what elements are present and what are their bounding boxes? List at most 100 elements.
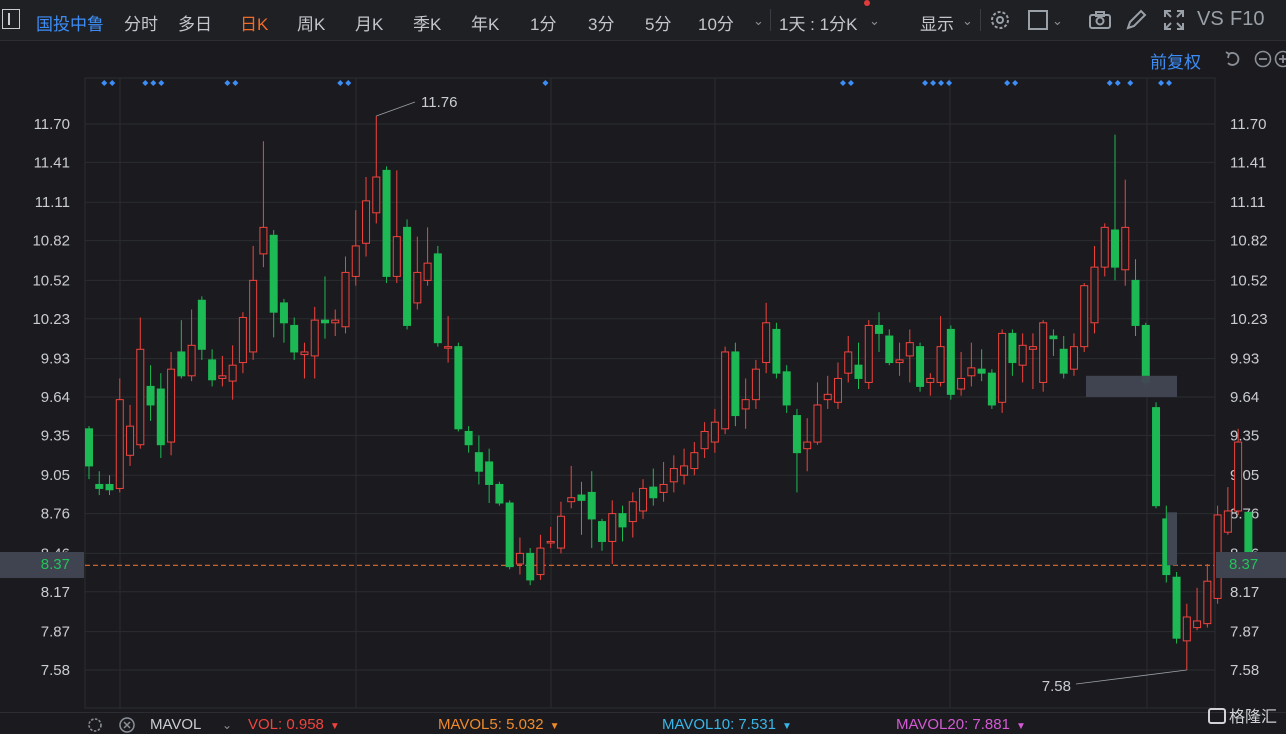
candle-body[interactable] xyxy=(455,347,462,429)
candle-body[interactable] xyxy=(537,548,544,575)
event-marker-diamond[interactable] xyxy=(930,80,936,86)
candle-body[interactable] xyxy=(137,349,144,444)
candle-body[interactable] xyxy=(804,442,811,449)
candle-body[interactable] xyxy=(496,484,503,503)
event-marker-diamond[interactable] xyxy=(840,80,846,86)
event-marker-diamond[interactable] xyxy=(337,80,343,86)
candle-body[interactable] xyxy=(917,347,924,387)
candle-body[interactable] xyxy=(116,400,123,489)
candle-body[interactable] xyxy=(280,303,287,323)
candle-body[interactable] xyxy=(568,498,575,502)
candle-body[interactable] xyxy=(260,227,267,254)
candle-body[interactable] xyxy=(342,272,349,326)
candle-body[interactable] xyxy=(1132,280,1139,325)
event-marker-diamond[interactable] xyxy=(1107,80,1113,86)
candle-body[interactable] xyxy=(1060,349,1067,373)
candle-body[interactable] xyxy=(363,201,370,243)
candle-body[interactable] xyxy=(599,522,606,542)
candle-body[interactable] xyxy=(291,325,298,352)
candle-body[interactable] xyxy=(198,300,205,349)
candle-body[interactable] xyxy=(127,426,134,455)
candle-body[interactable] xyxy=(1040,323,1047,383)
candle-body[interactable] xyxy=(1070,347,1077,370)
candle-body[interactable] xyxy=(209,360,216,380)
candle-body[interactable] xyxy=(865,325,872,382)
event-marker-diamond[interactable] xyxy=(109,80,115,86)
candle-body[interactable] xyxy=(1019,345,1026,365)
candle-body[interactable] xyxy=(947,329,954,394)
candle-body[interactable] xyxy=(1101,227,1108,267)
event-marker-diamond[interactable] xyxy=(946,80,952,86)
candle-body[interactable] xyxy=(516,553,523,564)
candle-body[interactable] xyxy=(578,495,585,500)
candle-body[interactable] xyxy=(896,360,903,363)
indicator-selector[interactable]: MAVOL xyxy=(150,716,201,733)
candle-body[interactable] xyxy=(752,369,759,399)
candle-body[interactable] xyxy=(383,170,390,276)
candle-body[interactable] xyxy=(711,422,718,442)
candle-body[interactable] xyxy=(465,431,472,444)
candle-body[interactable] xyxy=(168,369,175,442)
candle-body[interactable] xyxy=(332,320,339,323)
candle-body[interactable] xyxy=(157,389,164,445)
candle-body[interactable] xyxy=(1112,230,1119,267)
candle-body[interactable] xyxy=(352,246,359,276)
candle-body[interactable] xyxy=(732,352,739,416)
candle-body[interactable] xyxy=(424,263,431,280)
event-marker-diamond[interactable] xyxy=(848,80,854,86)
candle-body[interactable] xyxy=(855,365,862,378)
candle-body[interactable] xyxy=(845,352,852,373)
candle-body[interactable] xyxy=(147,386,154,405)
event-marker-diamond[interactable] xyxy=(1127,80,1133,86)
event-marker-diamond[interactable] xyxy=(142,80,148,86)
candle-body[interactable] xyxy=(270,235,277,312)
candle-body[interactable] xyxy=(321,320,328,323)
event-marker-diamond[interactable] xyxy=(1012,80,1018,86)
candle-body[interactable] xyxy=(239,317,246,362)
candle-body[interactable] xyxy=(434,254,441,343)
candle-body[interactable] xyxy=(1029,347,1036,350)
candle-body[interactable] xyxy=(629,502,636,522)
event-marker-diamond[interactable] xyxy=(1115,80,1121,86)
event-marker-diamond[interactable] xyxy=(232,80,238,86)
candle-body[interactable] xyxy=(619,514,626,527)
candle-body[interactable] xyxy=(1009,333,1016,362)
candle-body[interactable] xyxy=(609,514,616,542)
candle-body[interactable] xyxy=(106,484,113,489)
candle-body[interactable] xyxy=(650,487,657,498)
candle-body[interactable] xyxy=(506,503,513,567)
event-marker-diamond[interactable] xyxy=(150,80,156,86)
event-marker-diamond[interactable] xyxy=(158,80,164,86)
candle-body[interactable] xyxy=(1153,408,1160,506)
event-marker-diamond[interactable] xyxy=(1158,80,1164,86)
candle-body[interactable] xyxy=(373,177,380,213)
candle-body[interactable] xyxy=(978,369,985,373)
candle-body[interactable] xyxy=(486,462,493,485)
candle-body[interactable] xyxy=(1224,511,1231,532)
candle-body[interactable] xyxy=(824,394,831,399)
candle-body[interactable] xyxy=(834,378,841,402)
candle-body[interactable] xyxy=(1173,577,1180,638)
candle-body[interactable] xyxy=(773,329,780,373)
candle-body[interactable] xyxy=(250,280,257,352)
candle-body[interactable] xyxy=(906,343,913,356)
candle-body[interactable] xyxy=(86,429,93,466)
candle-body[interactable] xyxy=(742,400,749,409)
candle-body[interactable] xyxy=(1050,336,1057,339)
indicator-chevron-icon[interactable]: ⌄ xyxy=(222,718,232,732)
candle-body[interactable] xyxy=(178,352,185,376)
candle-body[interactable] xyxy=(527,553,534,580)
event-marker-diamond[interactable] xyxy=(101,80,107,86)
candle-body[interactable] xyxy=(1183,617,1190,641)
candle-body[interactable] xyxy=(96,484,103,488)
candle-body[interactable] xyxy=(219,376,226,379)
candle-body[interactable] xyxy=(414,272,421,302)
indicator-settings-icon[interactable] xyxy=(86,716,104,734)
indicator-close-icon[interactable] xyxy=(118,716,136,734)
candle-body[interactable] xyxy=(1091,267,1098,323)
candle-body[interactable] xyxy=(393,237,400,277)
event-marker-diamond[interactable] xyxy=(1004,80,1010,86)
candle-body[interactable] xyxy=(1194,621,1201,628)
candle-body[interactable] xyxy=(927,378,934,382)
candle-body[interactable] xyxy=(999,333,1006,402)
